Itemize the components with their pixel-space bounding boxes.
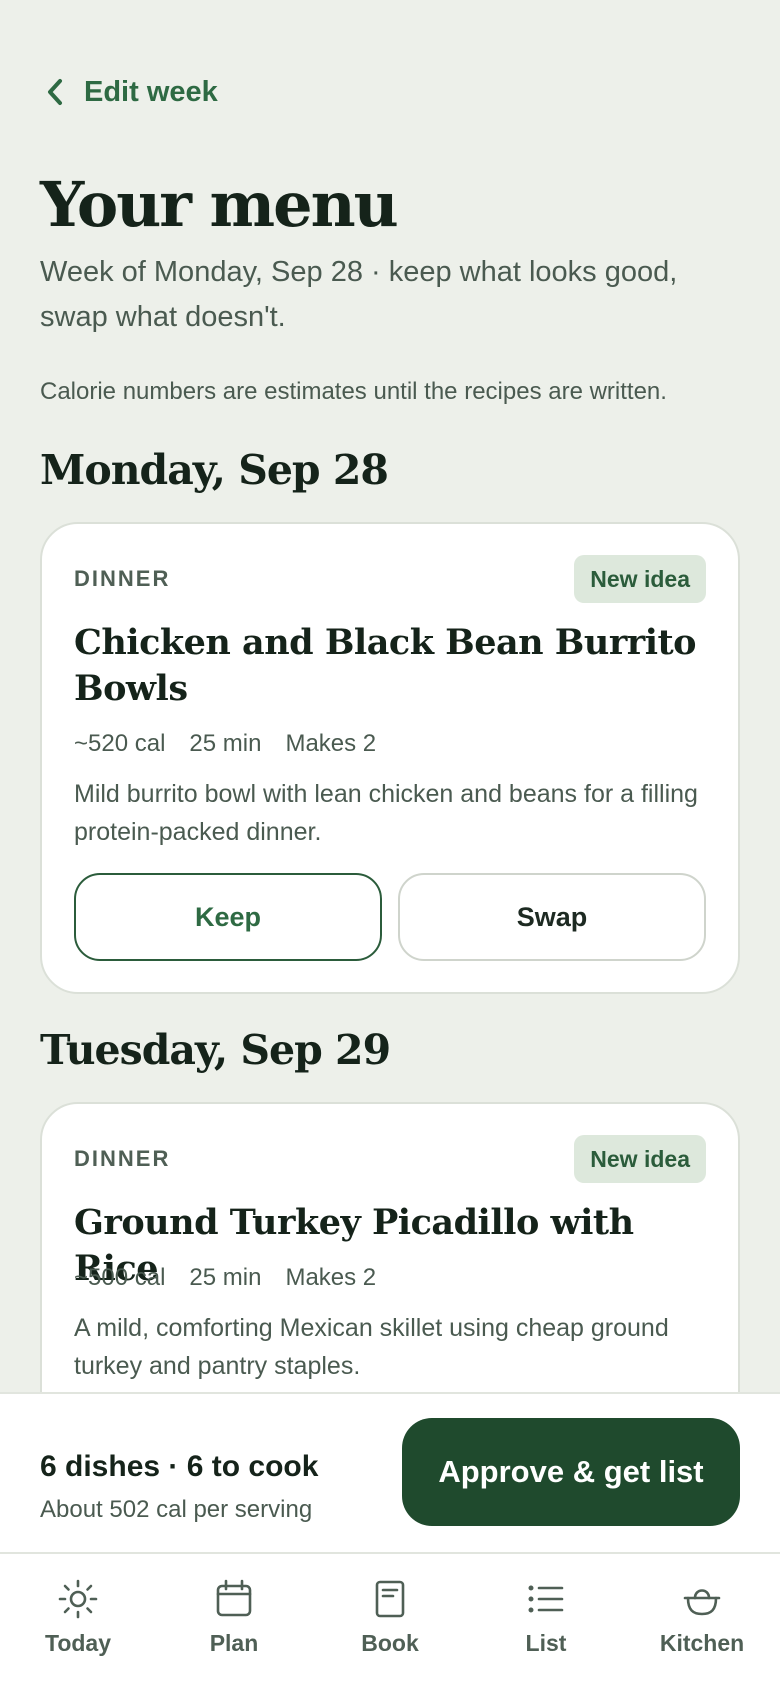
pot-icon — [683, 1589, 721, 1616]
calories: ~520 cal — [74, 730, 166, 757]
new-idea-badge: New idea — [574, 555, 706, 603]
edit-week-back-link[interactable]: Edit week — [44, 70, 218, 114]
meal-type-label: DINNER — [74, 1146, 171, 1171]
summary-subtitle: About 502 cal per serving — [40, 1496, 313, 1523]
bottom-tab-bar: Today Plan Book List Kitchen — [0, 1554, 780, 1688]
day-heading-tuesday: Tuesday, Sep 29 — [40, 1026, 391, 1074]
meal-type-label: DINNER — [74, 566, 171, 591]
meal-card-tuesday: DINNER New idea Ground Turkey Picadillo … — [40, 1102, 740, 1392]
menu-scroll-area[interactable]: Edit week Your menu Week of Monday, Sep … — [0, 0, 780, 1392]
summary-bar: 6 dishes · 6 to cook About 502 cal per s… — [0, 1392, 780, 1554]
summary-title: 6 dishes · 6 to cook — [40, 1450, 319, 1483]
calories: ~500 cal — [74, 1264, 166, 1291]
dish-name: Chicken and Black Bean Burrito Bowls — [74, 622, 697, 709]
chevron-left-icon — [48, 79, 62, 105]
new-idea-badge: New idea — [574, 1135, 706, 1183]
tab-label: Today — [44, 1630, 112, 1656]
dish-meta: ~520 cal 25 min Makes 2 — [74, 730, 376, 758]
calorie-note: Calorie numbers are estimates until the … — [40, 378, 667, 405]
keep-button[interactable]: Keep — [74, 873, 382, 961]
dish-meta: ~500 cal 25 min Makes 2 — [74, 1264, 376, 1292]
page-title: Your menu — [40, 168, 399, 241]
tab-today[interactable]: Today — [0, 1554, 156, 1688]
calendar-icon — [216, 1579, 252, 1617]
cook-time: 25 min — [189, 730, 262, 757]
servings: Makes 2 — [285, 1264, 377, 1291]
tab-label: Plan — [209, 1630, 259, 1656]
tab-book[interactable]: Book — [312, 1554, 468, 1688]
tab-plan[interactable]: Plan — [156, 1554, 312, 1688]
servings: Makes 2 — [285, 730, 377, 757]
swap-button[interactable]: Swap — [398, 873, 706, 961]
book-icon — [375, 1580, 405, 1618]
dish-description: Mild burrito bowl with lean chicken and … — [74, 780, 698, 846]
sun-icon — [58, 1579, 98, 1619]
dish-description: A mild, comforting Mexican skillet using… — [74, 1314, 669, 1380]
approve-get-list-button[interactable]: Approve & get list — [402, 1418, 740, 1526]
list-icon — [528, 1585, 564, 1613]
tab-list[interactable]: List — [468, 1554, 624, 1688]
tab-label: Book — [361, 1630, 419, 1656]
meal-card-monday: DINNER New idea Chicken and Black Bean B… — [40, 522, 740, 994]
day-heading-monday: Monday, Sep 28 — [40, 446, 389, 494]
tab-label: List — [525, 1630, 567, 1656]
back-label: Edit week — [84, 75, 218, 108]
cook-time: 25 min — [189, 1264, 262, 1291]
tab-kitchen[interactable]: Kitchen — [624, 1554, 780, 1688]
page-subtitle: Week of Monday, Sep 28 · keep what looks… — [40, 256, 678, 333]
tab-label: Kitchen — [659, 1630, 745, 1656]
